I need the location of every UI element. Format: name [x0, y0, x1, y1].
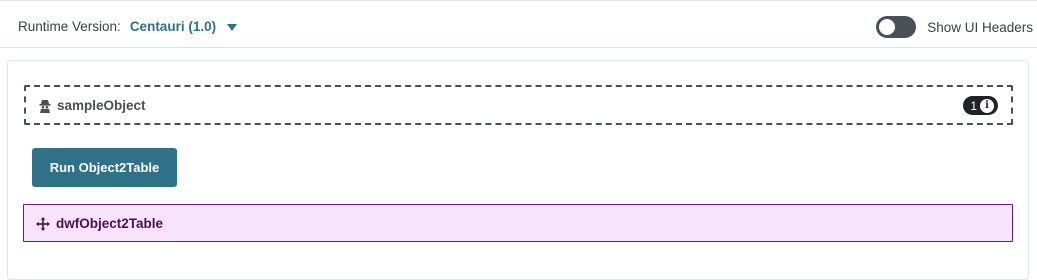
top-toolbar: Runtime Version: Centauri (1.0) Show UI … [0, 0, 1037, 48]
object-title: sampleObject [39, 98, 146, 113]
move-icon[interactable] [36, 216, 50, 231]
object-title-text: sampleObject [57, 98, 146, 113]
dwf-title: dwfObject2Table [36, 216, 163, 231]
sample-object-block[interactable]: sampleObject 1 i [24, 85, 1013, 125]
toggle-knob [879, 19, 896, 35]
dwf-title-text: dwfObject2Table [56, 216, 164, 231]
badge-count: 1 [970, 98, 977, 113]
run-object2table-button[interactable]: Run Object2Table [32, 148, 177, 187]
info-icon[interactable]: i [980, 98, 994, 113]
main-panel: sampleObject 1 i Run Object2Table dwfObj… [7, 60, 1029, 280]
dwf-object2table-block[interactable]: dwfObject2Table [23, 204, 1013, 242]
chevron-down-icon[interactable] [227, 24, 238, 31]
runtime-version-selector[interactable]: Runtime Version: Centauri (1.0) [18, 19, 238, 34]
runtime-version-value[interactable]: Centauri (1.0) [130, 19, 216, 34]
count-badge[interactable]: 1 i [963, 96, 998, 115]
show-ui-headers-toggle-group: Show UI Headers [876, 16, 1033, 38]
show-ui-headers-label: Show UI Headers [927, 19, 1033, 35]
runtime-version-label: Runtime Version: [18, 19, 121, 34]
user-secret-icon [39, 99, 51, 113]
show-ui-headers-toggle[interactable] [876, 16, 917, 38]
